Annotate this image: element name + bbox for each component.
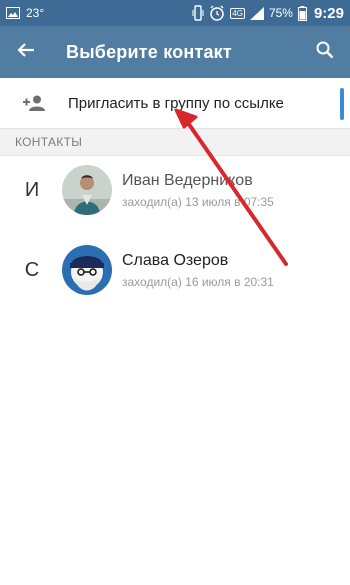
contact-last-seen: заходил(а) 16 июля в 20:31: [122, 274, 274, 289]
contact-last-seen: заходил(а) 13 июля в 07:35: [122, 194, 274, 209]
signal-icon: [249, 6, 264, 20]
avatar: [62, 245, 112, 295]
battery-icon: [297, 5, 307, 21]
avatar: [62, 165, 112, 215]
arrow-back-icon: [17, 42, 35, 63]
invite-by-link-row[interactable]: Пригласить в группу по ссылке: [0, 78, 350, 128]
scrollbar-thumb[interactable]: [340, 88, 344, 120]
contact-index-letter: И: [24, 178, 40, 201]
contact-name: Слава Озеров: [122, 251, 229, 269]
gallery-icon: [6, 7, 20, 19]
alarm-icon: [209, 5, 225, 21]
search-icon: [316, 41, 334, 64]
search-button[interactable]: [300, 26, 350, 78]
contact-row[interactable]: С Слава Озеров заходил(а) 16 июля в 20:3…: [0, 230, 350, 310]
weather-temperature: 23°: [26, 6, 45, 20]
contact-index-letter: С: [24, 258, 40, 281]
vibrate-icon: [192, 5, 204, 21]
status-bar: 23° 4G 75% 9:29: [0, 0, 350, 26]
app-toolbar: Выберите контакт: [0, 26, 350, 78]
person-add-icon: [0, 95, 68, 111]
invite-by-link-label: Пригласить в группу по ссылке: [68, 94, 284, 112]
page-title: Выберите контакт: [66, 41, 232, 62]
contact-name: Иван Ведерников: [122, 171, 253, 189]
clock: 9:29: [313, 4, 344, 22]
back-button[interactable]: [0, 26, 52, 78]
battery-percent: 75%: [268, 6, 293, 20]
contact-row[interactable]: И Иван Ведерников заходил(а) 13 июля в 0…: [0, 150, 350, 230]
network-type: 4G: [230, 7, 245, 19]
